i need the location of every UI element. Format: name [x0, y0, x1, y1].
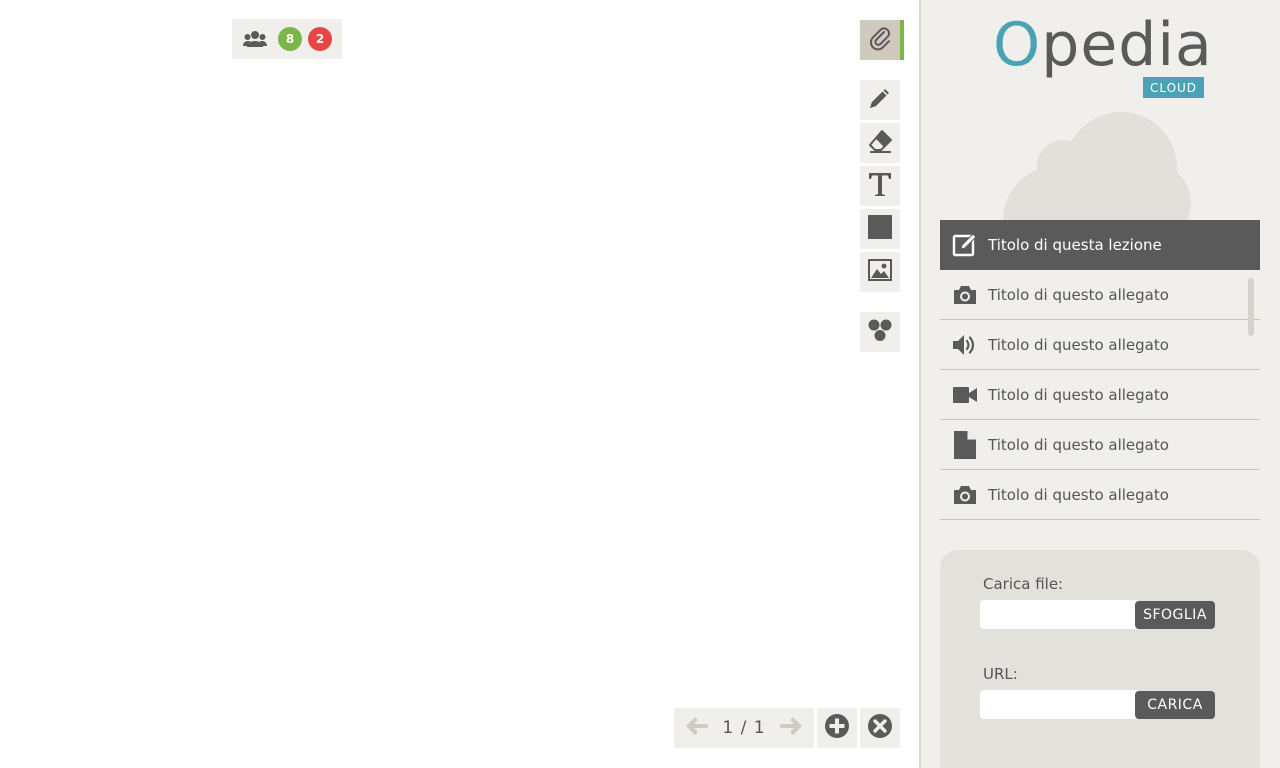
attachment-item[interactable]: Titolo di questo allegato: [940, 420, 1260, 470]
cloud-tag: CLOUD: [1143, 77, 1204, 98]
camera-icon: [952, 282, 978, 308]
opedia-logo: Opedia CLOUD: [993, 10, 1212, 98]
eraser-tool-button[interactable]: [860, 123, 900, 163]
url-label: URL:: [983, 665, 1018, 683]
attachments-toggle-button[interactable]: [860, 20, 904, 60]
image-icon: [868, 259, 892, 285]
whiteboard-canvas[interactable]: 8 2 1 / 1: [0, 0, 920, 768]
attachment-title: Titolo di questo allegato: [988, 485, 1169, 504]
cloud-decoration-icon: [1001, 108, 1201, 274]
online-users-badge: 8: [278, 27, 302, 51]
square-icon: [868, 215, 892, 243]
edit-square-icon: [952, 232, 978, 258]
file-path-input[interactable]: [980, 600, 1140, 629]
attachment-item[interactable]: Titolo di questo allegato: [940, 370, 1260, 420]
speaker-icon: [952, 332, 978, 358]
lesson-title: Titolo di questa lezione: [988, 236, 1162, 254]
attachment-item[interactable]: Titolo di questo allegato: [940, 270, 1260, 320]
browse-button[interactable]: SFOGLIA: [1135, 601, 1215, 629]
attachment-item[interactable]: Titolo di questo allegato: [940, 320, 1260, 370]
logo-letter-o: O: [993, 10, 1042, 80]
image-tool-button[interactable]: [860, 252, 900, 292]
add-page-button[interactable]: [817, 708, 857, 748]
load-url-button[interactable]: CARICA: [1135, 691, 1215, 719]
color-palette-button[interactable]: [860, 312, 900, 352]
pencil-tool-button[interactable]: [860, 80, 900, 120]
url-input[interactable]: [980, 690, 1140, 719]
users-group-icon: [242, 29, 268, 49]
attachment-title: Titolo di questo allegato: [988, 285, 1169, 304]
video-icon: [952, 382, 978, 408]
lesson-list: Titolo di questa lezione Titolo di quest…: [940, 220, 1260, 520]
page-indicator: 1 / 1: [722, 718, 766, 738]
logo-wordmark: pedia: [1041, 10, 1213, 80]
page-navigator: 1 / 1: [674, 708, 814, 748]
rectangle-tool-button[interactable]: [860, 209, 900, 249]
users-status-bar[interactable]: 8 2: [232, 19, 342, 59]
attachment-title: Titolo di questo allegato: [988, 435, 1169, 454]
upload-panel: Carica file: SFOGLIA URL: CARICA: [940, 550, 1260, 768]
attachment-item[interactable]: Titolo di questo allegato: [940, 470, 1260, 520]
eraser-icon: [867, 128, 893, 158]
text-tool-button[interactable]: [860, 166, 900, 206]
close-circle-icon: [867, 713, 893, 743]
camera-icon: [952, 482, 978, 508]
attachment-title: Titolo di questo allegato: [988, 385, 1169, 404]
pencil-icon: [867, 85, 893, 115]
file-icon: [952, 430, 978, 459]
list-scrollbar[interactable]: [1248, 278, 1254, 336]
sidebar: Opedia CLOUD Titolo di questa lezione Ti…: [921, 0, 1280, 768]
attachment-title: Titolo di questo allegato: [988, 335, 1169, 354]
file-upload-label: Carica file:: [983, 575, 1064, 593]
previous-page-arrow-icon[interactable]: [684, 716, 710, 740]
lesson-title-item[interactable]: Titolo di questa lezione: [940, 220, 1260, 270]
offline-users-badge: 2: [308, 27, 332, 51]
next-page-arrow-icon[interactable]: [778, 716, 804, 740]
paperclip-icon: [867, 25, 893, 55]
close-board-button[interactable]: [860, 708, 900, 748]
palette-dots-icon: [867, 318, 893, 346]
plus-circle-icon: [824, 713, 850, 743]
text-tool-icon: [867, 170, 893, 202]
